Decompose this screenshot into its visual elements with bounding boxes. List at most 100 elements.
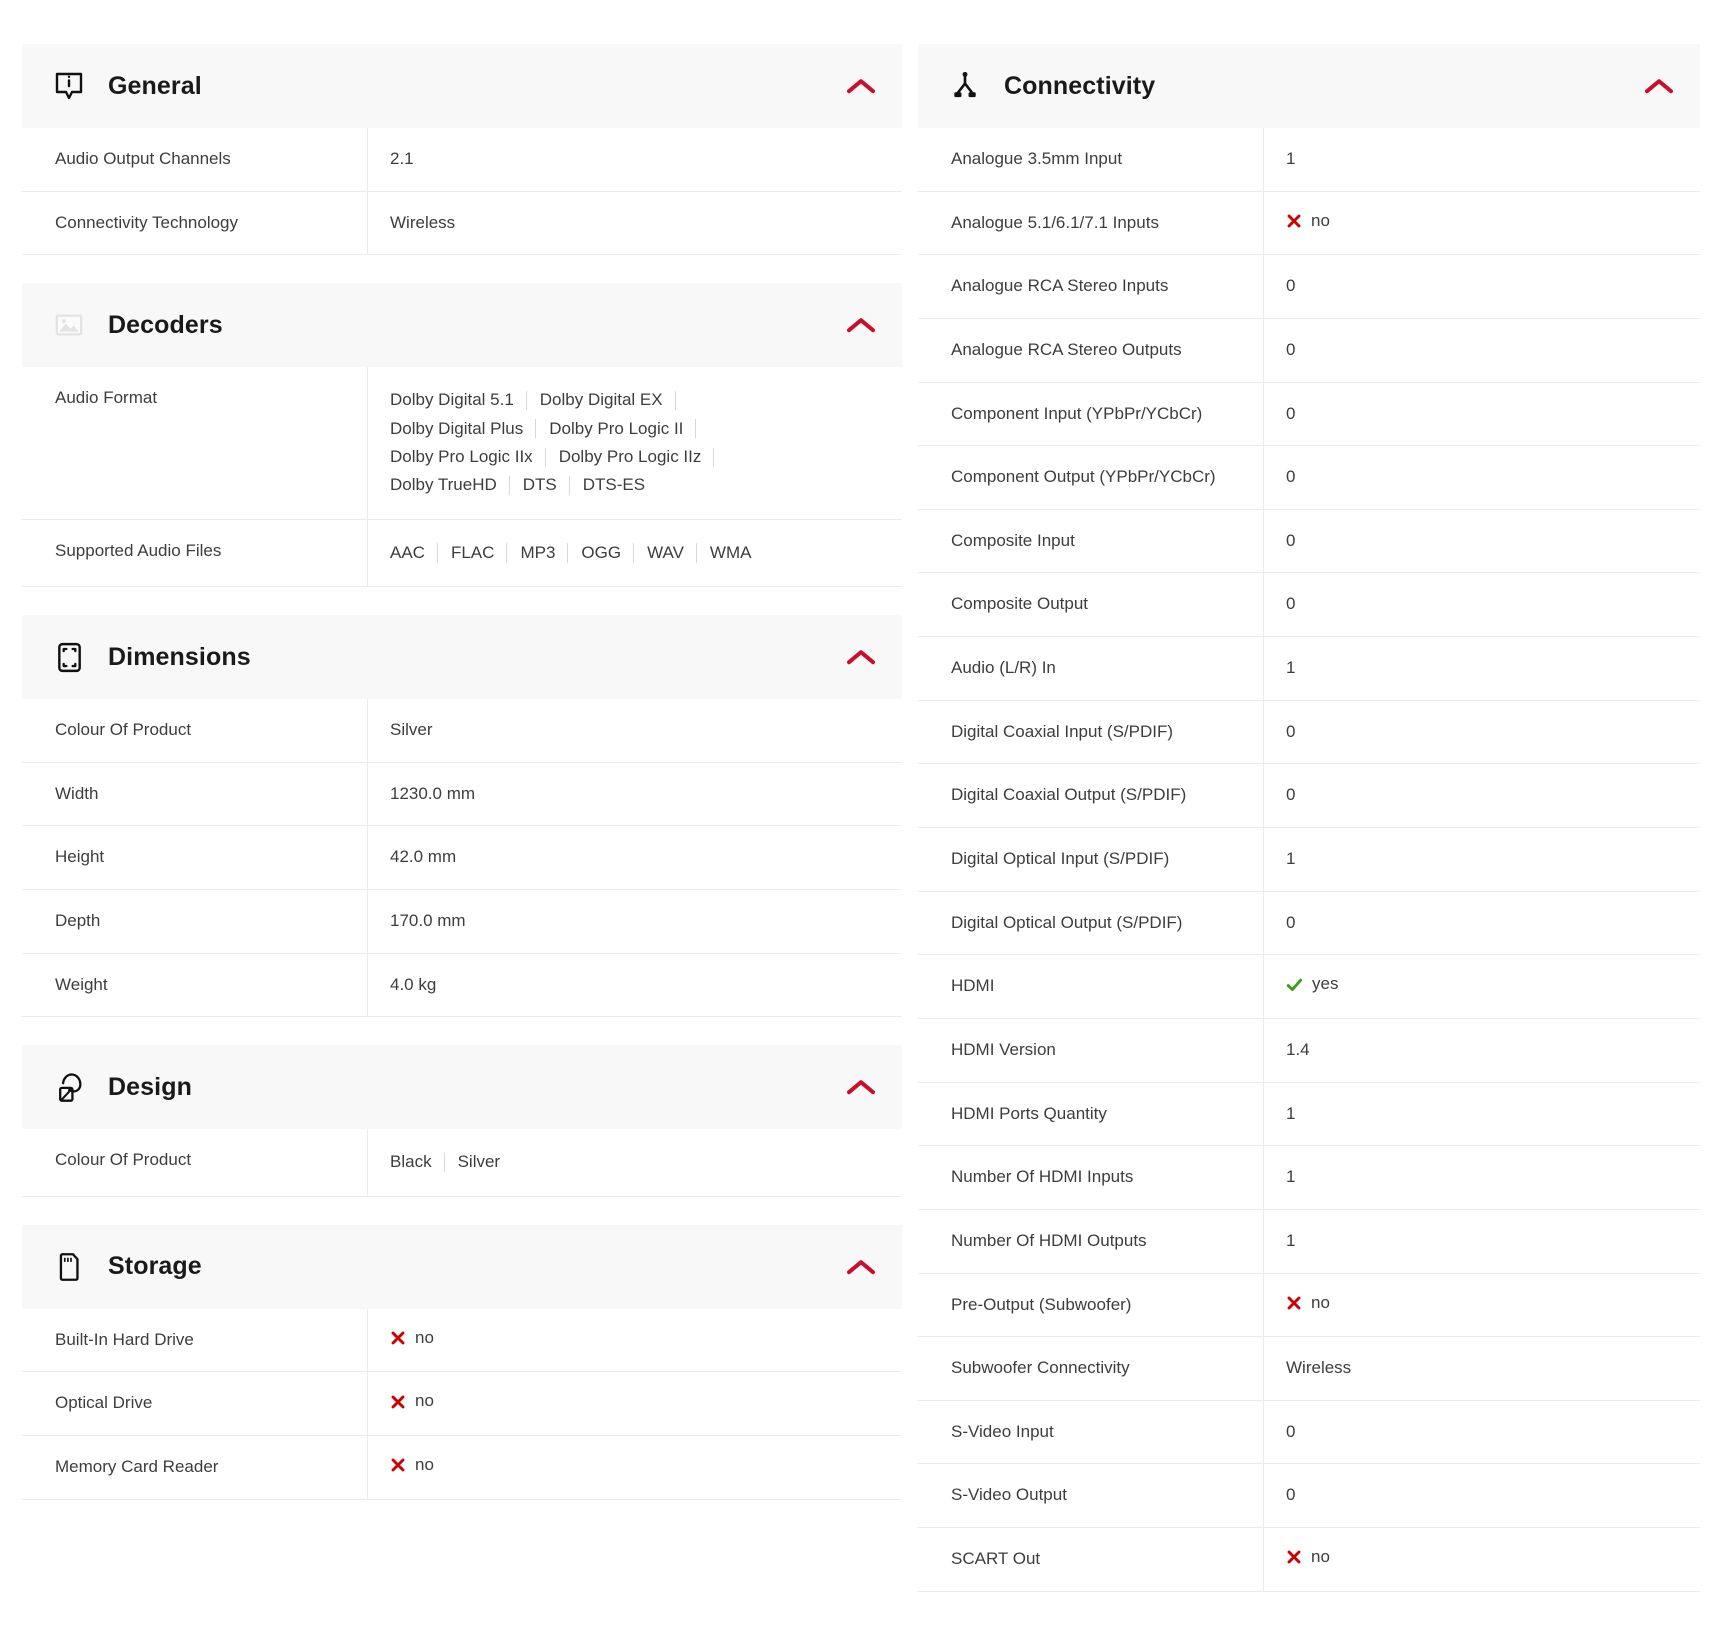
spec-row: Digital Optical Input (S/PDIF) 1 [918,828,1700,892]
spec-row: Composite Input 0 [918,509,1700,574]
value-item: DTS-ES [582,475,646,495]
value-text: Silver [390,720,433,740]
spec-row: Connectivity Technology Wireless [22,191,902,256]
spec-value: 1 [1263,1146,1700,1209]
spec-row: Digital Coaxial Output (S/PDIF) 0 [918,764,1700,829]
section-header-design[interactable]: Design [22,1045,902,1130]
cross-icon [390,1330,406,1346]
spec-table-general: Audio Output Channels 2.1 Connectivity Tec… [22,128,902,256]
section-header-storage[interactable]: Storage [22,1224,902,1309]
spec-row: Weight 4.0 kg [22,953,902,1018]
spec-value: AAC FLAC MP3 OGG WAV WMA [367,519,902,587]
spec-label: Weight [55,974,108,994]
spec-label: Number Of HDMI Outputs [951,1230,1147,1250]
spec-value: 0 [1263,255,1700,318]
spec-label: Component Output (YPbPr/YCbCr) [951,467,1216,487]
spec-value: 0 [1263,446,1700,509]
spec-row: Optical Drive no [22,1372,902,1437]
spec-label: Audio Format [55,388,158,408]
value-item: Dolby Pro Logic IIx [390,443,546,471]
section-header-dimensions[interactable]: Dimensions [22,615,902,700]
memory-card-icon [52,1250,86,1284]
value-item: AAC [390,539,438,567]
section-title-general: General [108,71,202,100]
value-text: 1 [1286,1167,1296,1187]
spec-value: 0 [1263,700,1700,764]
spec-section-decoders: Decoders Audio Format Dolby Digital 5.1 Dol… [22,283,902,588]
spec-label: Analogue RCA Stereo Outputs [951,339,1182,359]
info-tooltip-icon [52,69,86,103]
spec-label: Colour Of Product [55,1150,192,1170]
value-text: Wireless [1286,1358,1352,1378]
chevron-up-icon[interactable] [844,308,878,342]
spec-row: Analogue RCA Stereo Inputs 0 [918,255,1700,319]
spec-value: Wireless [1263,1337,1700,1400]
value-text: 0 [1286,785,1296,805]
value-item: Dolby Pro Logic II [549,415,697,443]
spec-section-connectivity: Connectivity Analogue 3.5mm Input 1 Analogu… [918,44,1700,1592]
spec-section-storage: Storage Built-In Hard Drive no Optical Driv… [22,1224,902,1500]
spec-row: Built-In Hard Drive no [22,1308,902,1373]
section-header-decoders[interactable]: Decoders [22,283,902,368]
spec-label: HDMI Version [951,1039,1056,1059]
chevron-up-icon[interactable] [844,69,878,103]
spec-label: Digital Optical Output (S/PDIF) [951,912,1183,932]
spec-value: 42.0 mm [367,826,902,890]
no-badge: no [390,1328,434,1348]
spec-label: S-Video Output [951,1485,1067,1505]
spec-label: Height [55,847,105,867]
spec-label: Component Input (YPbPr/YCbCr) [951,403,1203,423]
no-badge: no [1286,1547,1330,1567]
spec-value: 1.4 [1263,1018,1700,1082]
spec-row: Analogue 3.5mm Input 1 [918,128,1700,192]
spec-sheet-page: General Audio Output Channels 2.1 Connectiv… [0,0,1728,1639]
chevron-up-icon[interactable] [844,1070,878,1104]
yes-badge: yes [1286,974,1338,994]
spec-label: Analogue RCA Stereo Inputs [951,276,1169,296]
no-badge: no [390,1455,434,1475]
spec-label: Colour Of Product [55,720,192,740]
value-item: WAV [647,539,697,567]
value-text: 1 [1286,1103,1296,1123]
spec-label: Analogue 3.5mm Input [951,149,1123,168]
spec-row: Height 42.0 mm [22,826,902,891]
spec-table-design: Colour Of Product Black Silver [22,1129,902,1197]
spec-section-design: Design Colour Of Product Black Silver [22,1045,902,1197]
value-text: 1 [1286,1230,1296,1250]
chevron-up-icon[interactable] [844,640,878,674]
spec-row: Audio Format Dolby Digital 5.1 Dolby Digit… [22,367,902,520]
spec-row: HDMI yes [918,955,1700,1019]
spec-value: no [1263,1273,1700,1337]
value-text: 0 [1286,276,1296,296]
spec-label: Digital Coaxial Input (S/PDIF) [951,721,1174,741]
value-text: 2.1 [390,149,414,168]
spec-label: Composite Input [951,530,1075,550]
value-text: 4.0 kg [390,974,437,994]
spec-row: Width 1230.0 mm [22,762,902,827]
spec-label: Built-In Hard Drive [55,1329,194,1349]
value-item: Silver [457,1152,501,1172]
section-header-connectivity[interactable]: Connectivity [918,44,1700,128]
spec-row: Component Input (YPbPr/YCbCr) 0 [918,382,1700,447]
section-header-general[interactable]: General [22,44,902,128]
chevron-up-icon[interactable] [1642,69,1676,103]
value-text: 1 [1286,849,1296,869]
spec-value: 1 [1263,1209,1700,1273]
value-text: 0 [1286,912,1296,932]
spec-label: Subwoofer Connectivity [951,1358,1130,1378]
cross-icon [1286,213,1302,229]
chevron-up-icon[interactable] [844,1250,878,1284]
spec-value: yes [1263,955,1700,1018]
value-text: 0 [1286,721,1296,741]
value-text: 1.4 [1286,1039,1310,1059]
spec-row: HDMI Version 1.4 [918,1018,1700,1083]
spec-value: 1 [1263,128,1700,191]
spec-row: Number Of HDMI Outputs 1 [918,1209,1700,1274]
spec-value: 170.0 mm [367,890,902,953]
no-badge: no [1286,211,1330,231]
spec-label: Depth [55,911,101,931]
expand-frame-icon [52,640,86,674]
value-item: OGG [581,539,634,567]
spec-row: Analogue RCA Stereo Outputs 0 [918,318,1700,383]
spec-value: 0 [1263,382,1700,446]
